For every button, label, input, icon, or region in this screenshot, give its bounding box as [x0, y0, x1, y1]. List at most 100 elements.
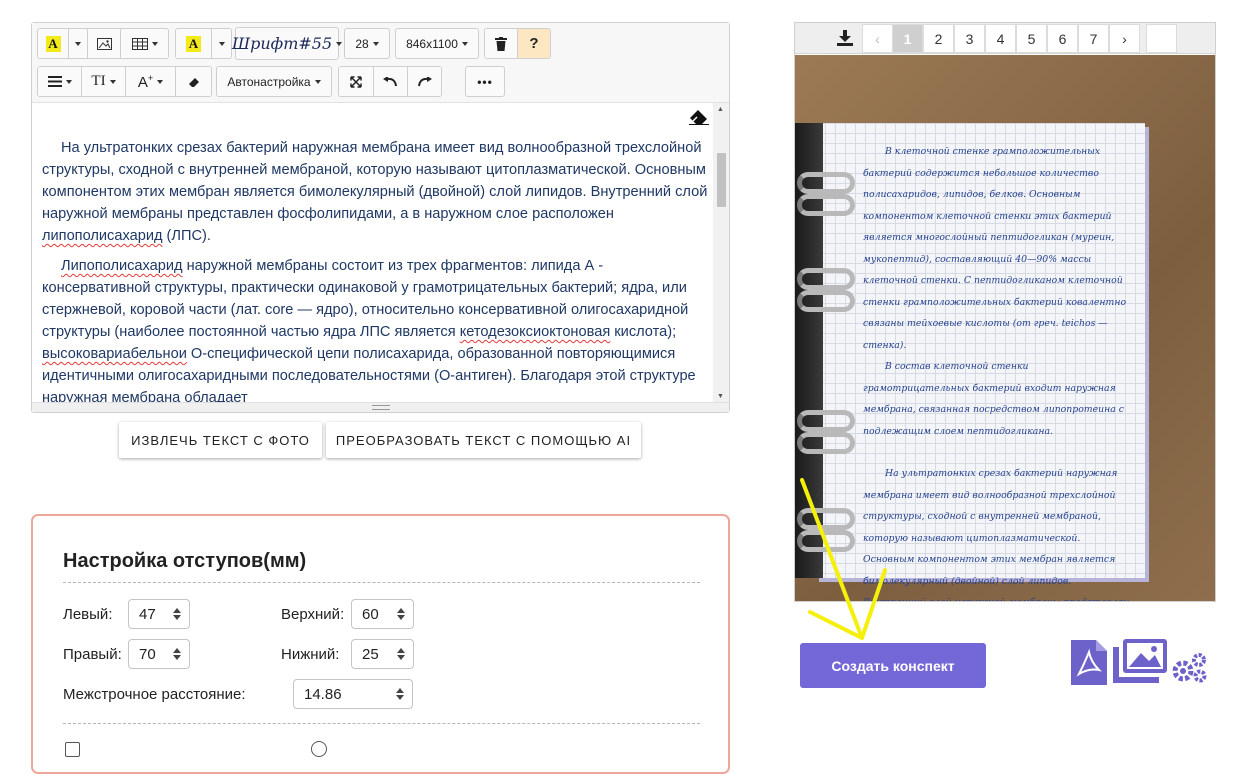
download-icon[interactable] — [837, 30, 853, 46]
align-button[interactable] — [38, 67, 82, 96]
scroll-thumb[interactable] — [717, 153, 726, 207]
margins-panel: Настройка отступов(мм) Левый: 47 Верхний… — [31, 514, 730, 774]
editor-content[interactable]: На ультратонких срезах бактерий наружная… — [32, 103, 729, 403]
option-radio[interactable] — [311, 741, 327, 757]
left-margin-label: Левый: — [63, 606, 113, 623]
bottom-margin-input[interactable]: 25 — [351, 639, 414, 669]
page-number: 7 — [1089, 30, 1098, 47]
misspelled-word[interactable]: Липополисахарид — [61, 258, 183, 274]
left-margin-input[interactable]: 47 — [128, 599, 190, 629]
extract-text-button[interactable]: ИЗВЛЕЧЬ ТЕКСТ С ФОТО — [119, 422, 322, 458]
settings-gears-icon[interactable] — [1171, 652, 1207, 684]
autosetup-dropdown[interactable]: Автонастройка — [216, 66, 332, 97]
editor-resize-handle[interactable] — [32, 402, 729, 412]
images-icon[interactable] — [1113, 639, 1169, 683]
page-button-5[interactable]: 5 — [1016, 24, 1047, 53]
editor-scrollbar[interactable]: ▲ ▼ — [713, 103, 729, 403]
ai-transform-label: ПРЕОБРАЗОВАТЬ ТЕКСТ С ПОМОЩЬЮ AI — [335, 432, 632, 448]
page-jump-input[interactable] — [1146, 24, 1177, 53]
line-spacing-input[interactable]: 14.86 — [293, 679, 413, 709]
page-button-2[interactable]: 2 — [923, 24, 954, 53]
spinner-icon[interactable] — [173, 608, 181, 620]
top-margin-input[interactable]: 60 — [351, 599, 414, 629]
highlight-button[interactable]: A — [176, 29, 212, 58]
fullscreen-button[interactable] — [339, 67, 374, 96]
text-color-dropdown[interactable] — [69, 29, 88, 58]
divider — [63, 582, 700, 583]
text-style-button[interactable]: TI — [82, 67, 126, 96]
spinner-icon[interactable] — [396, 688, 404, 700]
handwritten-paragraph: В клеточной стенке грамположительных бак… — [863, 146, 1127, 351]
text-color-icon: A — [45, 35, 61, 52]
binder-ring — [797, 172, 855, 194]
editor-paragraph: Липополисахарид наружной мембраны состои… — [42, 255, 710, 403]
more-button[interactable]: ••• — [465, 66, 505, 97]
eraser-icon — [188, 77, 199, 87]
option-checkbox[interactable] — [65, 742, 80, 757]
insert-table-button[interactable] — [121, 29, 168, 58]
page-button-3[interactable]: 3 — [954, 24, 985, 53]
misspelled-word[interactable]: кетодезоксиоктоновая — [460, 324, 611, 340]
page-prev-button[interactable]: ‹ — [862, 24, 893, 53]
image-icon — [96, 37, 112, 50]
highlight-icon: A — [186, 35, 201, 52]
misspelled-word[interactable]: липополисахарид — [42, 228, 163, 244]
view-group — [338, 66, 442, 97]
text-color-button[interactable]: A — [38, 29, 69, 58]
spinner-icon[interactable] — [173, 648, 181, 660]
page-size-value: 846x1100 — [406, 36, 458, 51]
misspelled-word[interactable]: высоковариабельнои — [42, 346, 187, 362]
format-group: TI A+ — [37, 66, 212, 97]
pdf-icon[interactable] — [1071, 640, 1107, 685]
trash-icon — [495, 36, 507, 51]
binder-ring — [797, 432, 855, 454]
insert-image-button[interactable] — [88, 29, 121, 58]
chevron-right-icon: › — [1122, 30, 1127, 47]
right-margin-label: Правый: — [63, 646, 122, 663]
create-summary-label: Создать конспект — [831, 657, 955, 674]
page-number: 3 — [965, 30, 974, 47]
undo-button[interactable] — [374, 67, 408, 96]
scroll-up-icon[interactable]: ▲ — [717, 106, 724, 113]
highlight-dropdown[interactable] — [212, 29, 231, 58]
right-margin-value: 70 — [139, 645, 156, 663]
page-number: 2 — [934, 30, 943, 47]
font-select[interactable]: Шрифт#55 — [232, 27, 343, 60]
spinner-icon[interactable] — [397, 648, 405, 660]
font-size-select[interactable]: 28 — [344, 28, 390, 59]
chevron-left-icon: ‹ — [875, 30, 880, 47]
page-number: 6 — [1058, 30, 1067, 47]
redo-button[interactable] — [408, 67, 441, 96]
insert-group: A — [37, 28, 169, 59]
editor-toolbar: A A Шрифт#55 28 846x1100 ? TI A+ Автонас… — [32, 23, 729, 103]
spinner-icon[interactable] — [397, 608, 405, 620]
delete-button[interactable] — [485, 29, 518, 58]
table-icon — [131, 37, 148, 50]
help-button[interactable]: ? — [518, 29, 550, 58]
font-size-increase-icon: A+ — [137, 72, 154, 91]
page-button-4[interactable]: 4 — [985, 24, 1016, 53]
font-grow-button[interactable]: A+ — [126, 67, 176, 96]
text-editor: A A Шрифт#55 28 846x1100 ? TI A+ Автонас… — [31, 22, 730, 413]
page-number: 5 — [1027, 30, 1036, 47]
editor-paragraph: На ультратонких срезах бактерий наружная… — [42, 137, 710, 247]
handwritten-paragraph: В состав клеточной стенки грамотрицатель… — [863, 361, 1124, 437]
right-margin-input[interactable]: 70 — [128, 639, 190, 669]
top-margin-label: Верхний: — [281, 606, 345, 623]
editor-text[interactable]: На ультратонких срезах бактерий наружная… — [42, 137, 710, 403]
page-next-button[interactable]: › — [1109, 24, 1140, 53]
page-button-7[interactable]: 7 — [1078, 24, 1109, 53]
page-size-select[interactable]: 846x1100 — [395, 28, 479, 59]
bottom-margin-label: Нижний: — [281, 646, 340, 663]
text-style-icon: TI — [91, 73, 106, 89]
create-summary-button[interactable]: Создать конспект — [800, 643, 986, 688]
clear-text-icon[interactable] — [689, 109, 709, 130]
autosetup-label: Автонастройка — [227, 74, 311, 89]
margins-title: Настройка отступов(мм) — [63, 550, 307, 572]
ai-transform-button[interactable]: ПРЕОБРАЗОВАТЬ ТЕКСТ С ПОМОЩЬЮ AI — [326, 422, 641, 458]
scroll-down-icon[interactable]: ▼ — [717, 393, 724, 400]
page-button-6[interactable]: 6 — [1047, 24, 1078, 53]
page-button-1[interactable]: 1 — [892, 24, 923, 53]
clear-format-button[interactable] — [176, 67, 211, 96]
binder-ring — [797, 410, 855, 432]
